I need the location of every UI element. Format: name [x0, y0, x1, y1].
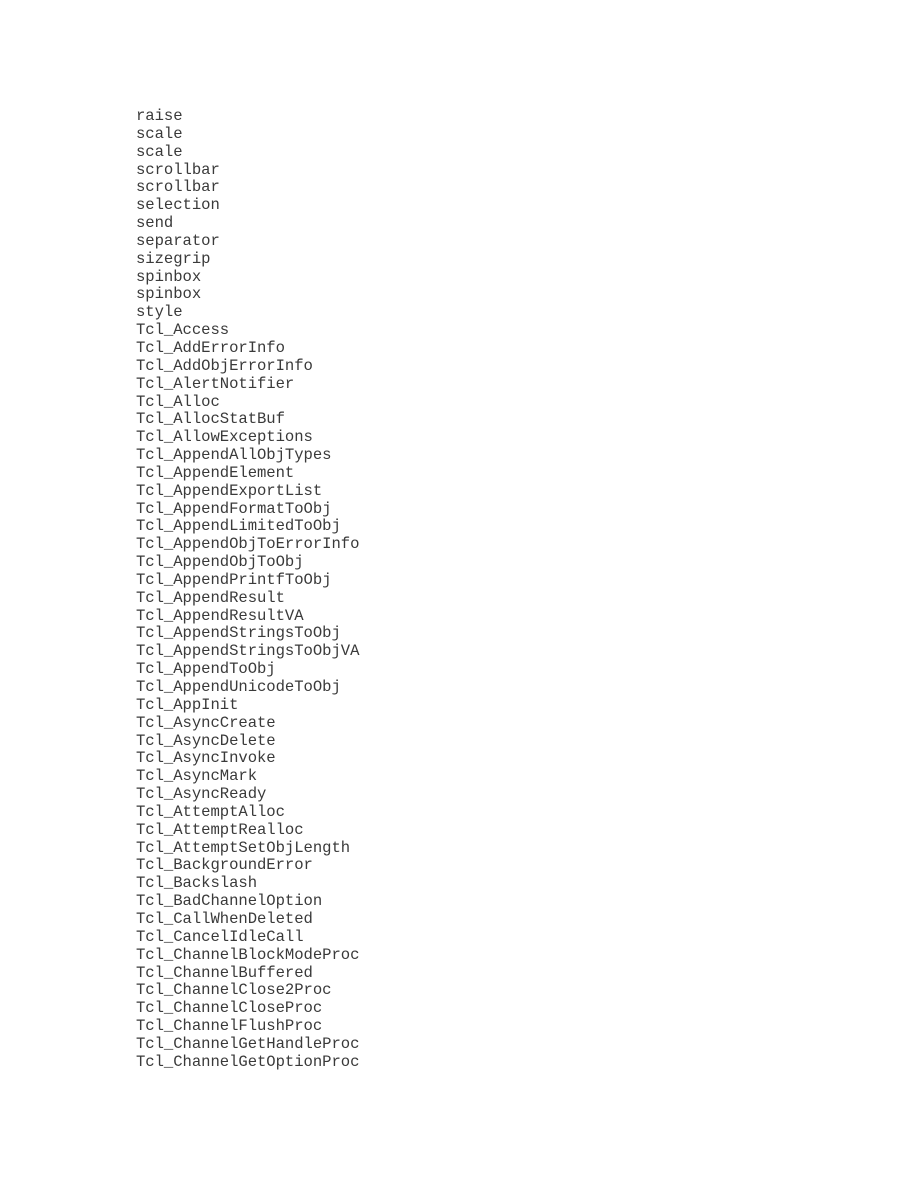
- index-entry: Tcl_CallWhenDeleted: [136, 909, 313, 928]
- index-entry: Tcl_BadChannelOption: [136, 892, 323, 911]
- index-entry: Tcl_AddObjErrorInfo: [136, 356, 313, 375]
- index-entry: Tcl_AsyncMark: [136, 767, 258, 786]
- index-entry: Tcl_ChannelGetHandleProc: [136, 1034, 360, 1053]
- index-entry: Tcl_AsyncDelete: [136, 731, 276, 750]
- index-entry: Tcl_AppendAllObjTypes: [136, 446, 332, 465]
- index-entry: Tcl_AddErrorInfo: [136, 338, 285, 357]
- index-entry: scale: [136, 124, 183, 143]
- index-entry: Tcl_AppendStringsToObjVA: [136, 642, 360, 661]
- index-entry: scale: [136, 142, 183, 161]
- index-entry: separator: [136, 231, 220, 250]
- index-entry: Tcl_AttemptRealloc: [136, 820, 304, 839]
- index-entry: Tcl_AppendResultVA: [136, 606, 304, 625]
- index-entry: spinbox: [136, 267, 202, 286]
- index-entry: Tcl_AppendFormatToObj: [136, 499, 332, 518]
- index-entry: Tcl_ChannelFlushProc: [136, 1017, 323, 1036]
- index-entry: Tcl_CancelIdleCall: [136, 927, 304, 946]
- index-entry: Tcl_AlertNotifier: [136, 374, 295, 393]
- index-entry: Tcl_AppendToObj: [136, 660, 276, 679]
- index-entry: scrollbar: [136, 178, 220, 197]
- index-entry: Tcl_ChannelCloseProc: [136, 999, 323, 1018]
- index-entry: raise: [136, 107, 183, 125]
- index-entry: Tcl_AppendUnicodeToObj: [136, 678, 341, 696]
- index-entry: Tcl_AsyncInvoke: [136, 749, 276, 768]
- index-entry: Tcl_ChannelBuffered: [136, 963, 313, 982]
- index-entry: style: [136, 303, 183, 322]
- index-entry: Tcl_AppendPrintfToObj: [136, 570, 332, 589]
- index-entry: Tcl_AppInit: [136, 695, 239, 714]
- index-entry: Tcl_AppendResult: [136, 588, 285, 607]
- index-entry: Tcl_AsyncCreate: [136, 713, 276, 732]
- index-entry: sizegrip: [136, 249, 211, 268]
- index-entry: Tcl_AppendLimitedToObj: [136, 517, 341, 536]
- index-entry: Tcl_BackgroundError: [136, 856, 313, 875]
- index-entry: Tcl_ChannelBlockModeProc: [136, 945, 360, 964]
- index-entry: scrollbar: [136, 160, 220, 179]
- index-entry: Tcl_Backslash: [136, 874, 258, 893]
- index-entry: Tcl_Alloc: [136, 392, 220, 411]
- index-entry: Tcl_AttemptAlloc: [136, 802, 285, 821]
- index-entry: Tcl_AllowExceptions: [136, 428, 313, 447]
- index-entry: Tcl_AppendStringsToObj: [136, 624, 341, 643]
- index-entry: Tcl_AppendObjToObj: [136, 553, 304, 572]
- index-entry: Tcl_Access: [136, 321, 230, 340]
- index-entry-list: raise scale scale scrollbar scrollbar se…: [136, 107, 360, 1072]
- index-entry: selection: [136, 196, 220, 215]
- document-page: raise scale scale scrollbar scrollbar se…: [0, 0, 920, 1191]
- index-entry: Tcl_AttemptSetObjLength: [136, 838, 351, 857]
- index-entry: Tcl_ChannelGetOptionProc: [136, 1052, 360, 1071]
- index-entry: Tcl_AppendObjToErrorInfo: [136, 535, 360, 554]
- index-entry: Tcl_AppendExportList: [136, 481, 323, 500]
- index-entry: Tcl_AllocStatBuf: [136, 410, 285, 429]
- index-entry: spinbox: [136, 285, 202, 304]
- index-entry: Tcl_AppendElement: [136, 463, 295, 482]
- index-entry: Tcl_ChannelClose2Proc: [136, 981, 332, 1000]
- index-entry: send: [136, 214, 174, 233]
- index-entry: Tcl_AsyncReady: [136, 785, 267, 804]
